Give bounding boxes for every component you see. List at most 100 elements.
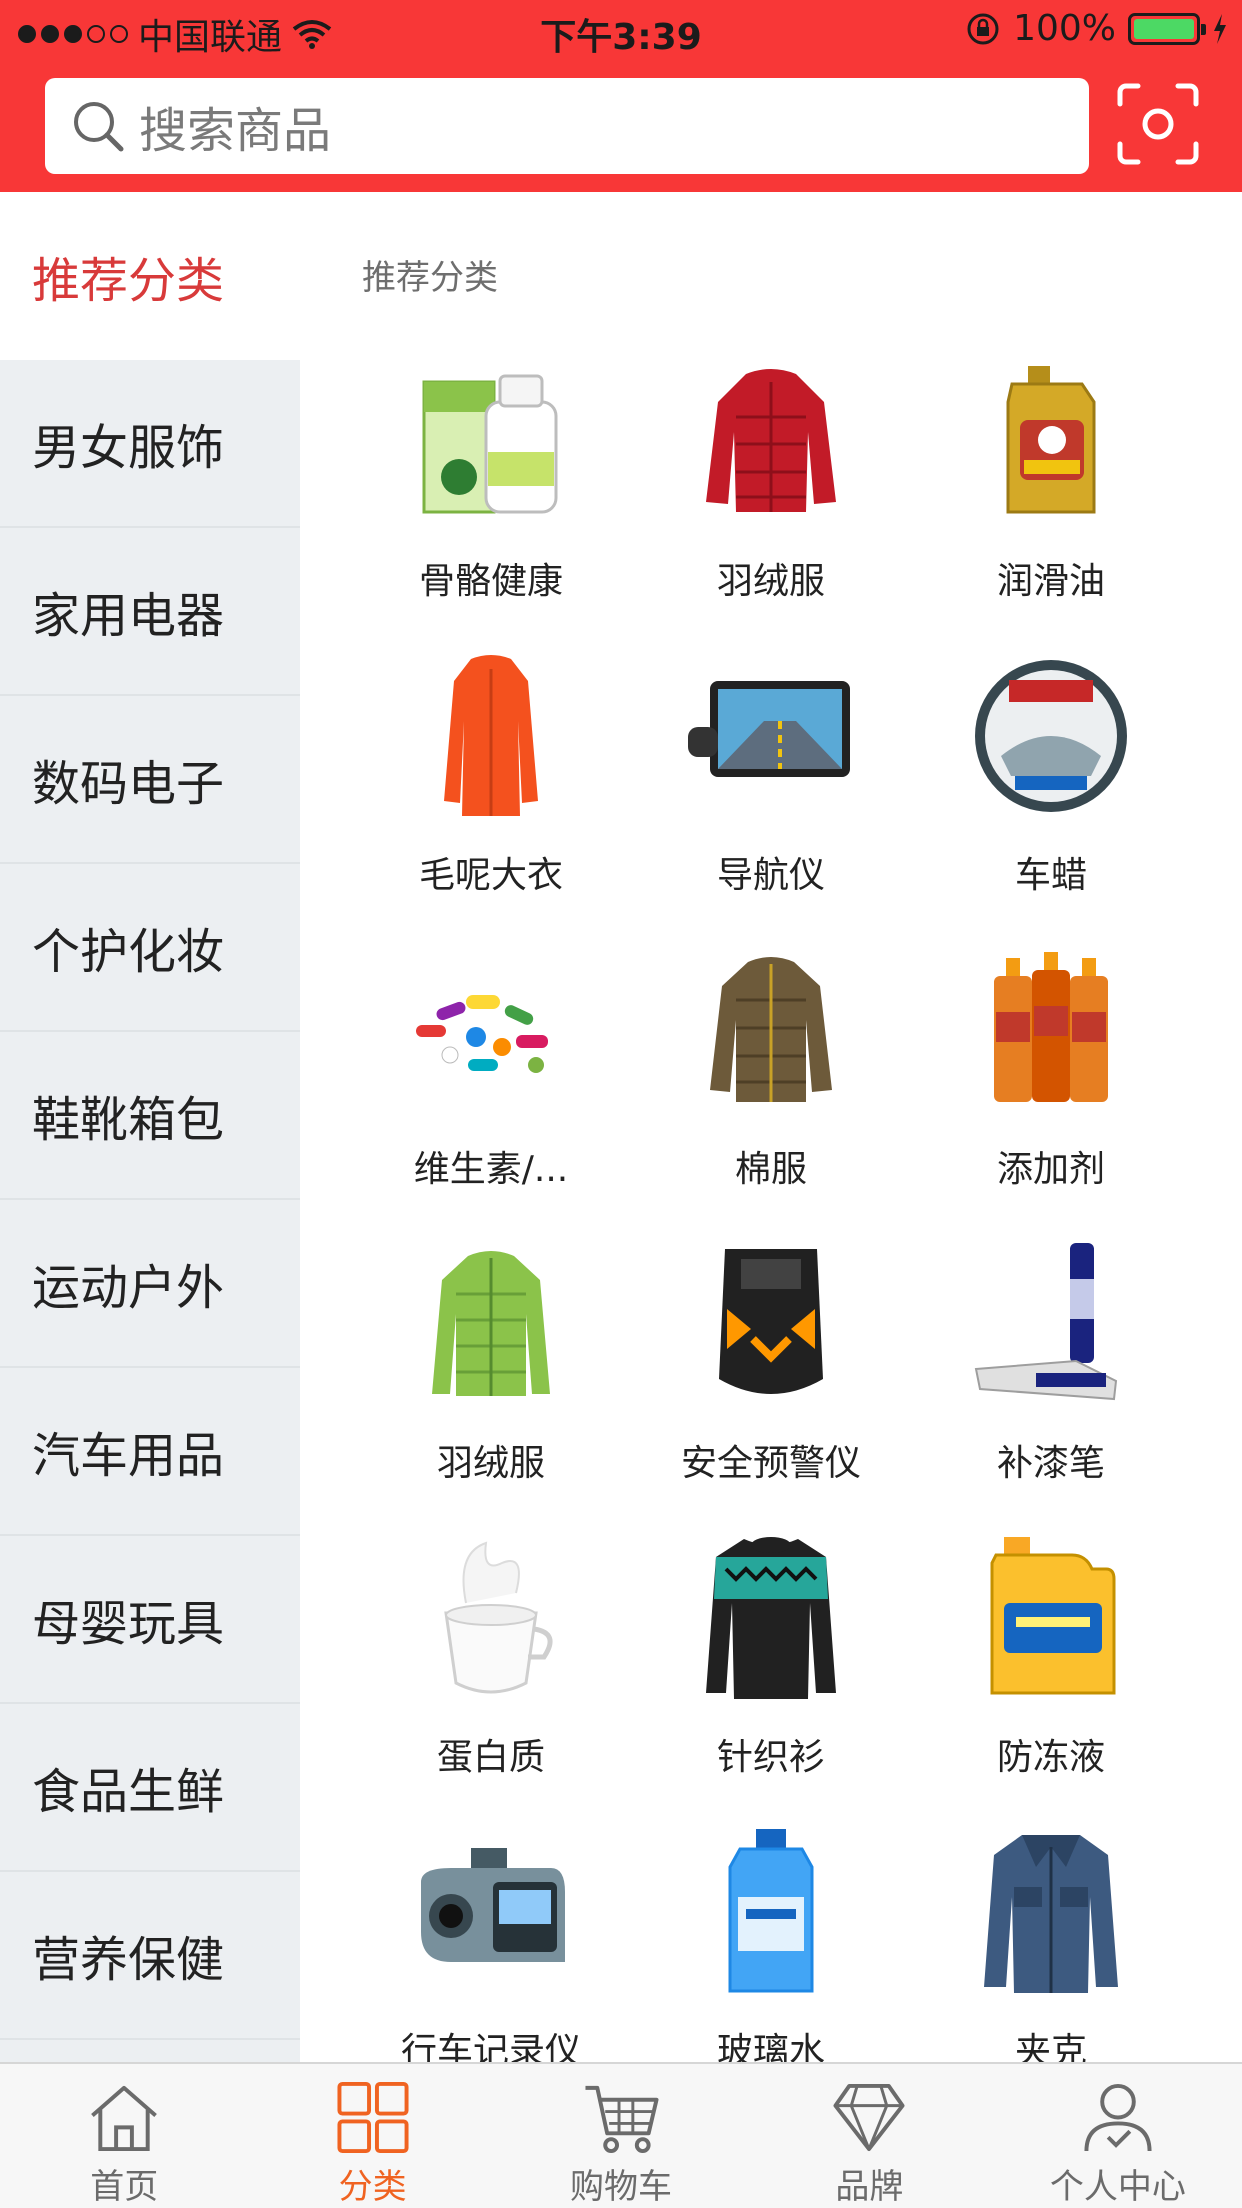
- tab-label: 购物车: [570, 2167, 673, 2207]
- radar-detector-icon: [681, 1234, 861, 1414]
- sidebar-item-label: 数码电子: [32, 756, 225, 812]
- knit-sweater-icon: [681, 1528, 861, 1708]
- scan-icon[interactable]: [1116, 82, 1200, 166]
- category-tile[interactable]: 车蜡: [911, 646, 1191, 940]
- sidebar-item-label: 母婴玩具: [32, 1596, 225, 1652]
- sidebar-item-label: 男女服饰: [32, 420, 225, 476]
- battery-percent: 100%: [1013, 8, 1116, 49]
- sidebar-item-label: 汽车用品: [32, 1428, 225, 1484]
- category-tile[interactable]: 维生素/...: [351, 940, 631, 1234]
- category-label: 补漆笔: [996, 1443, 1105, 1484]
- sidebar-item-auto[interactable]: 汽车用品: [0, 1368, 300, 1536]
- sidebar-item-label: 食品生鲜: [32, 1764, 225, 1820]
- sidebar-item-fresh-food[interactable]: 食品生鲜: [0, 1704, 300, 1872]
- sidebar-item-nutrition[interactable]: 营养保健: [0, 1872, 300, 2040]
- section-title: 推荐分类: [362, 258, 498, 298]
- category-label: 玻璃水: [716, 2031, 825, 2062]
- red-down-jacket-icon: [681, 352, 861, 532]
- orange-coat-icon: [401, 646, 581, 826]
- category-tile[interactable]: 羽绒服: [631, 352, 911, 646]
- battery-icon: [1128, 12, 1206, 45]
- category-grid-icon: [337, 2081, 409, 2154]
- category-sidebar: 推荐分类 男女服饰 家用电器 数码电子 个护化妆 鞋靴箱包 运动户外 汽车用品 …: [0, 192, 300, 2062]
- category-tile[interactable]: 补漆笔: [911, 1234, 1191, 1528]
- category-label: 羽绒服: [716, 561, 825, 602]
- category-tile[interactable]: 添加剂: [911, 940, 1191, 1234]
- sidebar-item-recommended[interactable]: 推荐分类: [0, 192, 300, 360]
- category-tile[interactable]: 行车记录仪: [351, 1822, 631, 2062]
- category-tile[interactable]: 导航仪: [631, 646, 911, 940]
- sidebar-item-apparel[interactable]: 男女服饰: [0, 360, 300, 528]
- category-label: 导航仪: [716, 855, 825, 896]
- sidebar-item-sports[interactable]: 运动户外: [0, 1200, 300, 1368]
- category-label: 润滑油: [996, 561, 1105, 602]
- cart-icon: [585, 2085, 659, 2154]
- denim-jacket-icon: [961, 1822, 1141, 2002]
- car-wax-icon: [961, 646, 1141, 826]
- category-label: 骨骼健康: [418, 561, 563, 602]
- category-label: 夹克: [1014, 2031, 1087, 2062]
- sidebar-item-label: 个护化妆: [32, 924, 225, 980]
- sidebar-item-label: 营养保健: [32, 1932, 225, 1988]
- status-bar: 中国联通 下午3:39 100%: [0, 0, 1242, 62]
- milk-cup-icon: [401, 1528, 581, 1708]
- category-content: 推荐分类 骨骼健康 羽绒服 润滑油 毛呢大衣 导航仪 车蜡 维生素/... 棉服…: [300, 192, 1242, 2062]
- search-placeholder: 搜索商品: [139, 103, 332, 159]
- sidebar-item-electronics[interactable]: 数码电子: [0, 696, 300, 864]
- tab-label: 品牌: [835, 2167, 904, 2207]
- green-down-jacket-icon: [401, 1234, 581, 1414]
- diamond-icon: [833, 2083, 905, 2152]
- antifreeze-jug-icon: [961, 1528, 1141, 1708]
- category-tile[interactable]: 蛋白质: [351, 1528, 631, 1822]
- category-tile[interactable]: 夹克: [911, 1822, 1191, 2062]
- motor-oil-icon: [961, 352, 1141, 532]
- bottom-tab-bar: 首页 分类 购物车 品牌 个人中心: [0, 2062, 1242, 2208]
- tab-home[interactable]: 首页: [0, 2064, 248, 2208]
- category-label: 维生素/...: [413, 1149, 569, 1190]
- home-icon: [91, 2085, 158, 2152]
- category-label: 羽绒服: [436, 1443, 545, 1484]
- sidebar-item-cosmetics[interactable]: 个护化妆: [0, 864, 300, 1032]
- user-icon: [1084, 2083, 1152, 2152]
- category-tile[interactable]: 防冻液: [911, 1528, 1191, 1822]
- touch-up-pen-icon: [961, 1234, 1141, 1414]
- tab-label: 分类: [338, 2167, 407, 2207]
- category-tile[interactable]: 毛呢大衣: [351, 646, 631, 940]
- category-label: 防冻液: [996, 1737, 1105, 1778]
- category-label: 行车记录仪: [400, 2031, 581, 2062]
- search-input[interactable]: 搜索商品: [45, 78, 1089, 174]
- sidebar-item-label: 推荐分类: [32, 253, 225, 309]
- fuel-additive-icon: [961, 940, 1141, 1120]
- category-tile[interactable]: 针织衫: [631, 1528, 911, 1822]
- supplement-bottle-icon: [401, 352, 581, 532]
- vitamin-pills-icon: [401, 940, 581, 1120]
- category-label: 安全预警仪: [680, 1443, 861, 1484]
- tab-label: 个人中心: [1049, 2167, 1186, 2207]
- tab-category[interactable]: 分类: [248, 2064, 496, 2208]
- category-tile[interactable]: 羽绒服: [351, 1234, 631, 1528]
- category-label: 蛋白质: [436, 1737, 545, 1778]
- sidebar-item-shoes-bags[interactable]: 鞋靴箱包: [0, 1032, 300, 1200]
- category-grid: 骨骼健康 羽绒服 润滑油 毛呢大衣 导航仪 车蜡 维生素/... 棉服 添加剂 …: [300, 352, 1242, 2062]
- category-label: 添加剂: [996, 1149, 1105, 1190]
- brown-padded-jacket-icon: [681, 940, 861, 1120]
- category-tile[interactable]: 安全预警仪: [631, 1234, 911, 1528]
- tab-brand[interactable]: 品牌: [745, 2064, 993, 2208]
- category-label: 车蜡: [1014, 855, 1087, 896]
- category-tile[interactable]: 玻璃水: [631, 1822, 911, 2062]
- sidebar-item-baby-toys[interactable]: 母婴玩具: [0, 1536, 300, 1704]
- charging-bolt-icon: [1214, 13, 1226, 44]
- tab-profile[interactable]: 个人中心: [994, 2064, 1242, 2208]
- category-tile[interactable]: 棉服: [631, 940, 911, 1234]
- dash-cam-icon: [401, 1822, 581, 2002]
- status-right: 100%: [965, 8, 1228, 49]
- washer-fluid-icon: [681, 1822, 861, 2002]
- category-label: 棉服: [734, 1149, 807, 1190]
- category-label: 针织衫: [716, 1737, 825, 1778]
- orientation-lock-icon: [967, 13, 999, 44]
- tab-cart[interactable]: 购物车: [497, 2064, 745, 2208]
- category-tile[interactable]: 骨骼健康: [351, 352, 631, 646]
- category-tile[interactable]: 润滑油: [911, 352, 1191, 646]
- sidebar-item-appliances[interactable]: 家用电器: [0, 528, 300, 696]
- search-icon: [74, 102, 124, 152]
